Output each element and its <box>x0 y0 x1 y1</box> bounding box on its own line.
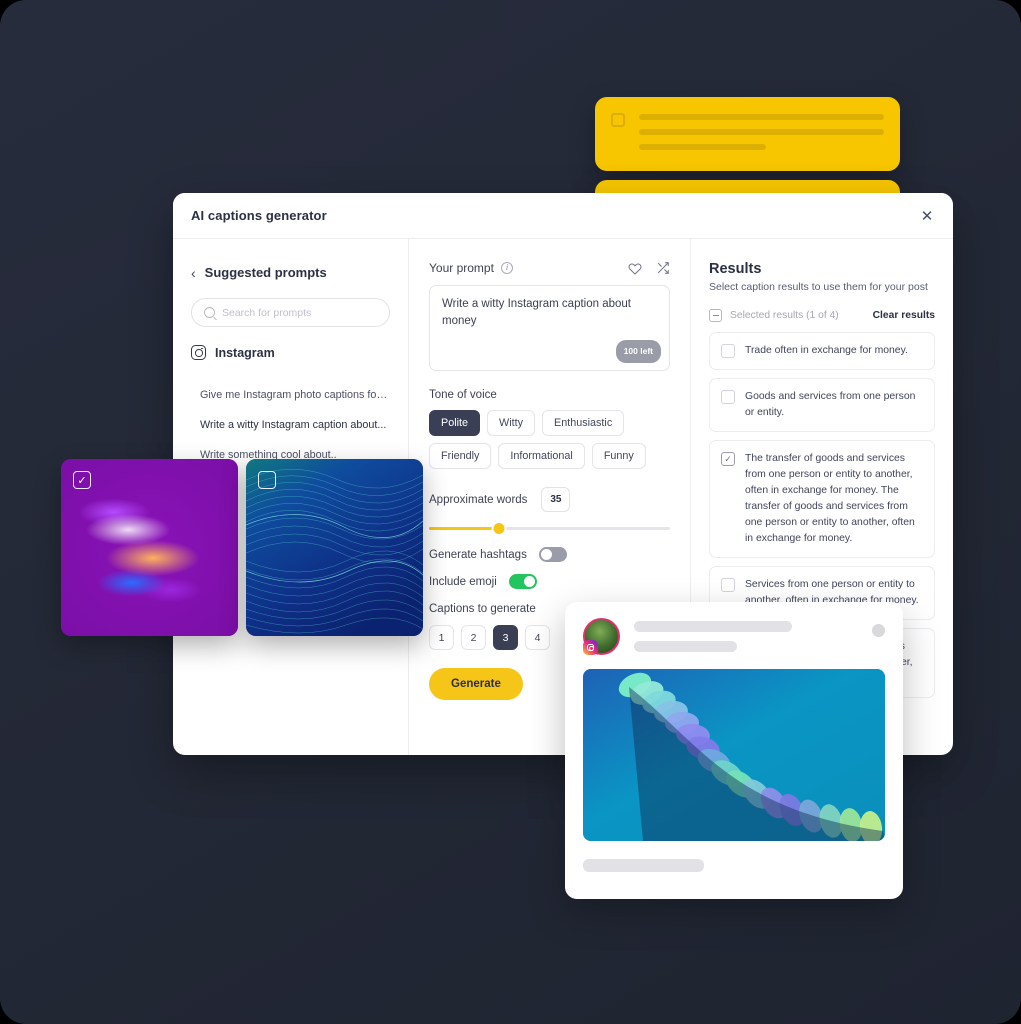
info-icon[interactable]: i <box>500 262 513 274</box>
tone-of-voice-options: Polite Witty Enthusiastic Friendly Infor… <box>429 410 670 469</box>
tone-option-informational[interactable]: Informational <box>498 443 585 469</box>
page-title: AI captions generator <box>191 208 327 223</box>
instagram-post-preview <box>565 602 903 899</box>
post-image <box>583 669 885 841</box>
toggle-knob <box>523 576 535 587</box>
approximate-words-slider[interactable] <box>429 521 670 535</box>
search-input[interactable] <box>222 306 377 319</box>
yellow-card-lines <box>639 111 884 150</box>
post-caption-placeholder <box>583 859 704 872</box>
thumbnail-checkbox[interactable] <box>258 471 276 489</box>
blue-waves-image[interactable] <box>246 459 423 636</box>
placeholder-line <box>639 114 884 120</box>
characters-left-badge: 100 left <box>615 340 661 363</box>
result-checkbox[interactable] <box>721 578 735 592</box>
prompt-text: Write a witty Instagram caption about mo… <box>442 298 631 327</box>
shuffle-icon[interactable] <box>656 261 670 275</box>
caption-count-1[interactable]: 1 <box>429 625 454 650</box>
toggle-knob <box>540 549 552 560</box>
search-prompts-box[interactable] <box>191 298 390 327</box>
slider-knob[interactable] <box>493 522 505 534</box>
sidebar-prompt-item[interactable]: Give me Instagram photo captions for a..… <box>191 380 390 410</box>
select-all-checkbox[interactable] <box>709 309 722 322</box>
your-prompt-label: Your prompt <box>429 261 494 275</box>
selected-results-count: Selected results (1 of 4) <box>730 310 839 321</box>
close-icon[interactable]: ✕ <box>915 204 939 228</box>
tone-option-enthusiastic[interactable]: Enthusiastic <box>542 410 625 436</box>
placeholder-line <box>634 621 793 632</box>
placeholder-line <box>639 129 884 135</box>
prompt-textarea[interactable]: Write a witty Instagram caption about mo… <box>429 285 670 371</box>
platform-label: Instagram <box>215 345 275 360</box>
clear-results-button[interactable]: Clear results <box>873 310 935 321</box>
post-author-placeholder <box>634 621 885 652</box>
selected-results-row: Selected results (1 of 4) Clear results <box>709 309 935 322</box>
app-background: AI captions generator ✕ ‹ Suggested prom… <box>0 0 1021 1024</box>
back-chevron-icon[interactable]: ‹ <box>191 266 196 280</box>
result-checkbox-checked[interactable]: ✓ <box>721 452 735 466</box>
result-card-selected[interactable]: ✓ The transfer of goods and services fro… <box>709 440 935 558</box>
instagram-icon <box>191 345 206 360</box>
placeholder-line <box>634 641 737 652</box>
tone-option-polite[interactable]: Polite <box>429 410 481 436</box>
result-text: The transfer of goods and services from … <box>745 453 915 544</box>
results-subtitle: Select caption results to use them for y… <box>709 281 928 293</box>
sidebar-heading: Suggested prompts <box>204 265 327 280</box>
result-text: Goods and services from one person or en… <box>745 391 916 418</box>
tone-option-witty[interactable]: Witty <box>487 410 536 436</box>
platform-instagram: Instagram <box>191 345 390 360</box>
generate-hashtags-toggle[interactable] <box>538 547 567 562</box>
tone-option-funny[interactable]: Funny <box>591 443 646 469</box>
include-emoji-toggle[interactable] <box>508 574 537 589</box>
generate-hashtags-row: Generate hashtags <box>429 547 670 562</box>
tone-option-friendly[interactable]: Friendly <box>429 443 492 469</box>
sidebar-header: ‹ Suggested prompts <box>191 265 390 280</box>
result-text: Trade often in exchange for money. <box>745 345 908 356</box>
prompt-header-actions <box>628 261 670 275</box>
avatar <box>583 618 620 655</box>
search-icon <box>204 307 215 318</box>
approximate-words-label: Approximate words <box>429 493 528 506</box>
thumbnail-checkbox-checked[interactable]: ✓ <box>73 471 91 489</box>
post-menu-icon[interactable] <box>872 624 885 637</box>
generate-button[interactable]: Generate <box>429 668 523 700</box>
floating-yellow-card-1 <box>595 97 900 171</box>
caption-count-2[interactable]: 2 <box>461 625 486 650</box>
dialog-titlebar: AI captions generator ✕ <box>173 193 953 239</box>
include-emoji-label: Include emoji <box>429 575 497 588</box>
tone-of-voice-label: Tone of voice <box>429 389 497 401</box>
placeholder-line <box>639 144 767 150</box>
gradient-blob-image[interactable]: ✓ <box>61 459 238 636</box>
sidebar-prompt-item-active[interactable]: Write a witty Instagram caption about... <box>191 410 390 440</box>
indeterminate-dash-icon <box>712 314 719 317</box>
caption-count-3[interactable]: 3 <box>493 625 518 650</box>
generate-hashtags-label: Generate hashtags <box>429 548 527 561</box>
yellow-card-checkbox-icon <box>611 113 625 127</box>
favorite-heart-icon[interactable] <box>628 261 642 275</box>
result-card[interactable]: Trade often in exchange for money. <box>709 332 935 370</box>
slider-fill <box>429 526 499 530</box>
caption-count-4[interactable]: 4 <box>525 625 550 650</box>
instagram-badge-icon <box>583 640 598 655</box>
result-card[interactable]: Goods and services from one person or en… <box>709 378 935 432</box>
result-checkbox[interactable] <box>721 390 735 404</box>
post-header <box>583 618 885 655</box>
results-title: Results <box>709 261 762 277</box>
include-emoji-row: Include emoji <box>429 574 670 589</box>
post-image-art <box>583 669 885 841</box>
approximate-words-value[interactable]: 35 <box>541 487 571 512</box>
your-prompt-header: Your prompt i <box>429 261 670 275</box>
approximate-words-row: Approximate words 35 <box>429 487 670 512</box>
result-checkbox[interactable] <box>721 344 735 358</box>
